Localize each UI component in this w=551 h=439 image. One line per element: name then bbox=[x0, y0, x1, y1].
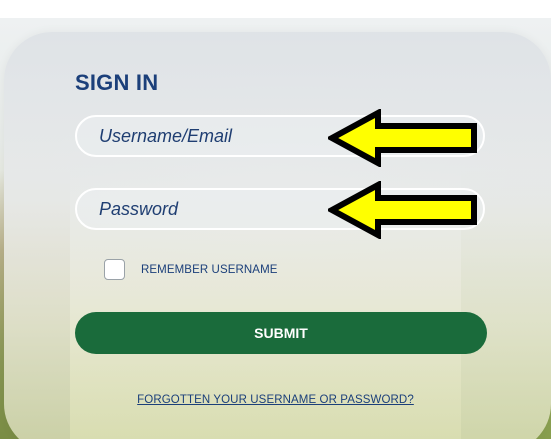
left-arrow-icon bbox=[328, 181, 477, 239]
remember-username-label[interactable]: REMEMBER USERNAME bbox=[141, 264, 278, 276]
forgot-credentials-link[interactable]: FORGOTTEN YOUR USERNAME OR PASSWORD? bbox=[137, 394, 414, 406]
remember-username-row[interactable]: REMEMBER USERNAME bbox=[104, 259, 278, 280]
sign-in-title: SIGN IN bbox=[75, 70, 159, 95]
login-screen: SIGN IN REMEMBER USERNAME SUBMIT FORGOTT… bbox=[0, 0, 551, 439]
submit-button[interactable]: SUBMIT bbox=[75, 312, 487, 354]
left-arrow-icon bbox=[328, 109, 477, 167]
forgot-link-container: FORGOTTEN YOUR USERNAME OR PASSWORD? bbox=[0, 390, 551, 408]
remember-username-checkbox[interactable] bbox=[104, 259, 125, 280]
